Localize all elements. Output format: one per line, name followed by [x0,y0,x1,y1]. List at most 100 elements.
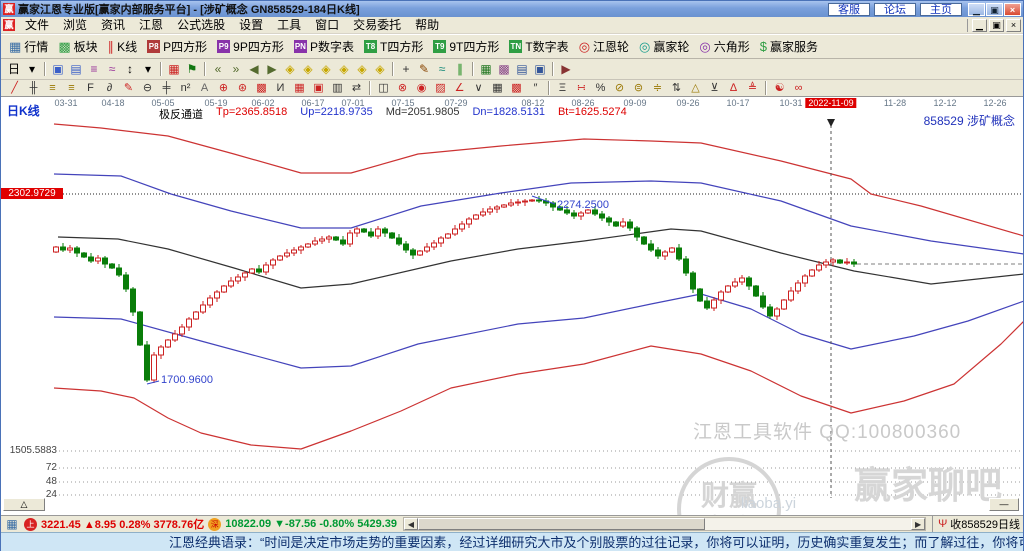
menu-工具[interactable]: 工具 [270,17,308,33]
next-icon[interactable]: ▶ [263,62,281,77]
send-icon[interactable]: ▶ [557,62,575,77]
quote-marks-icon[interactable]: ″ [526,82,545,95]
dots-icon[interactable]: ≑ [648,82,667,95]
dense-grid-icon[interactable]: ▩ [507,82,526,95]
menu-江恩[interactable]: 江恩 [132,17,170,33]
calendar-icon[interactable]: ▦ [477,62,495,77]
menu-公式选股[interactable]: 公式选股 [170,17,232,33]
shenzhen-index-quote[interactable]: 10822.09 ▼-87.56 -0.80% 5429.39 [225,518,397,530]
table-icon[interactable]: ▦ [488,82,507,95]
quotes-grid-icon[interactable]: ▦ [4,517,20,532]
zigzag-icon[interactable]: И [271,82,290,95]
equal-circle-icon[interactable]: ⊜ [629,82,648,95]
collapse-button[interactable]: — [989,498,1019,511]
p9-square-button[interactable]: P9 9P四方形 [213,37,288,56]
curve-icon[interactable]: ≈ [103,62,121,77]
mdi-minimize-button[interactable]: ▁ [972,18,987,32]
gold-grid-icon[interactable]: ≡ [43,82,62,95]
gann-diamond-6-icon[interactable]: ◈ [371,62,389,77]
kline-chart-area[interactable]: 日K线 03-31 04-18 05-05 05-19 06-02 06-17 07-01 0… [1,97,1023,515]
hatch-icon[interactable]: ╫ [24,82,43,95]
window-icon[interactable]: ▣ [49,62,67,77]
horizontal-scrollbar[interactable]: ◀ ▶ [403,517,927,531]
panel-icon[interactable]: ▤ [67,62,85,77]
minimize-button[interactable]: ▁ [968,2,985,16]
shanghai-index-quote[interactable]: 3221.45 ▲8.95 0.28% 3778.76亿 [41,516,204,532]
dropdown-caret-icon[interactable]: ▾ [139,62,157,77]
p-square-button[interactable]: P8 P四方形 [143,37,211,56]
star-circle-icon[interactable]: ⊛ [233,82,252,95]
mdi-restore-button[interactable]: ▣ [989,18,1004,32]
split-box-icon[interactable]: ◫ [374,82,393,95]
infinity-icon[interactable]: ∞ [789,82,808,95]
grid-lines-icon[interactable]: ╪ [157,82,176,95]
winner-service-button[interactable]: $ 赢家服务 [756,37,822,56]
menu-交易委托[interactable]: 交易委托 [346,17,408,33]
t9-square-button[interactable]: T9 9T四方形 [429,37,503,56]
delta-icon[interactable]: ∆ [724,82,743,95]
calculator-icon[interactable]: ▩ [495,62,513,77]
prev-icon[interactable]: ◀ [245,62,263,77]
close-button[interactable]: × [1004,2,1021,16]
quotes-button[interactable]: ▦ 行情 [5,37,52,56]
xor-icon[interactable]: ⊻ [705,82,724,95]
scrollbar-track[interactable] [705,518,912,530]
hexagon-button[interactable]: ◎ 六角形 [695,37,753,56]
columns-icon[interactable]: ▥ [328,82,347,95]
flag-icon[interactable]: ⚑ [183,62,201,77]
ratio-icon[interactable]: ∺ [572,82,591,95]
period-caret-icon[interactable]: ▾ [23,62,41,77]
region-icon[interactable]: ▦ [165,62,183,77]
swap-icon[interactable]: ⇄ [347,82,366,95]
ellipse-icon[interactable]: ⊖ [138,82,157,95]
gann-diamond-1-icon[interactable]: ◈ [281,62,299,77]
save-icon[interactable]: ▣ [531,62,549,77]
pane-toggle-button[interactable]: △ [3,498,45,511]
updown-arrows-icon[interactable]: ⇅ [667,82,686,95]
first-icon[interactable]: « [209,62,227,77]
hatch-box-icon[interactable]: ▨ [431,82,450,95]
n-square-icon[interactable]: n² [176,82,195,95]
t-square-button[interactable]: T8 T四方形 [360,37,427,56]
menu-浏览[interactable]: 浏览 [56,17,94,33]
spiral-icon[interactable]: ∂ [100,82,119,95]
mdi-close-button[interactable]: × [1006,18,1021,32]
menu-帮助[interactable]: 帮助 [408,17,446,33]
slash-circle-icon[interactable]: ⊘ [610,82,629,95]
service-button[interactable]: 客服 [828,2,870,16]
gann-diamond-2-icon[interactable]: ◈ [299,62,317,77]
gann-wheel-button[interactable]: ◎ 江恩轮 [575,37,633,56]
last-icon[interactable]: » [227,62,245,77]
sectors-button[interactable]: ▩ 板块 [54,37,101,56]
triangle-icon[interactable]: △ [686,82,705,95]
shaded-box-icon[interactable]: ▩ [252,82,271,95]
gann-diamond-3-icon[interactable]: ◈ [317,62,335,77]
scrollbar-thumb[interactable] [418,518,705,530]
restore-button[interactable]: ▣ [986,2,1003,16]
yinyang-icon[interactable]: ☯ [770,82,789,95]
p-number-table-button[interactable]: PN P数字表 [290,37,358,56]
fib-icon[interactable]: F [81,82,100,95]
bars-icon[interactable]: ≡ [85,62,103,77]
gann-diamond-4-icon[interactable]: ◈ [335,62,353,77]
menu-设置[interactable]: 设置 [232,17,270,33]
winner-wheel-button[interactable]: ◎ 赢家轮 [635,37,693,56]
target-icon[interactable]: ◉ [412,82,431,95]
grid-box-icon[interactable]: ▦ [290,82,309,95]
forum-button[interactable]: 论坛 [874,2,916,16]
menu-文件[interactable]: 文件 [18,17,56,33]
rays-icon[interactable]: ⊗ [393,82,412,95]
t-number-table-button[interactable]: TN T数字表 [505,37,572,56]
parallel-lines-icon[interactable]: ∥ [451,62,469,77]
angle-icon[interactable]: ∠ [450,82,469,95]
menu-资讯[interactable]: 资讯 [94,17,132,33]
pen-icon[interactable]: ╱ [5,82,24,95]
wave-icon[interactable]: ≈ [433,62,451,77]
scale-icon[interactable]: ↕ [121,62,139,77]
gold-grid2-icon[interactable]: ≡ [62,82,81,95]
gann-diamond-5-icon[interactable]: ◈ [353,62,371,77]
scroll-right-button[interactable]: ▶ [911,518,926,530]
text-icon[interactable]: A [195,82,214,95]
filled-box-icon[interactable]: ▣ [309,82,328,95]
homepage-button[interactable]: 主页 [920,2,962,16]
